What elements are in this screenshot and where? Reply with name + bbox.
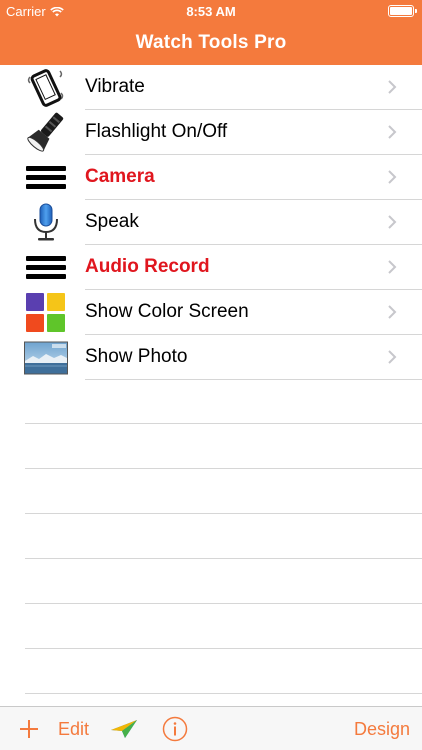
empty-row-separator [25, 513, 422, 514]
vibrate-phone-icon [24, 67, 68, 108]
chevron-right-icon [388, 350, 397, 364]
list-item-audio-record[interactable]: Audio Record [0, 245, 422, 290]
list-item-label: Camera [85, 166, 155, 187]
chevron-right-icon [388, 170, 397, 184]
chevron-right-icon [388, 215, 397, 229]
microphone-icon [24, 202, 68, 243]
color-squares-icon [24, 292, 68, 333]
empty-row-separator [25, 648, 422, 649]
menu-lines-icon [24, 157, 68, 198]
list-item-show-photo[interactable]: Show Photo [0, 335, 422, 380]
send-button[interactable] [110, 707, 138, 750]
list-item-flashlight[interactable]: Flashlight On/Off [0, 110, 422, 155]
navigation-header: Carrier 8:53 AM Watch Tools Pro [0, 0, 422, 65]
flashlight-icon [24, 112, 68, 153]
landscape-photo-icon [24, 337, 68, 378]
list-item-label: Speak [85, 211, 139, 232]
battery-icon [388, 5, 417, 17]
info-button[interactable] [162, 707, 188, 750]
list-item-label: Audio Record [85, 256, 210, 277]
info-icon [162, 716, 188, 742]
list-item-vibrate[interactable]: Vibrate [0, 65, 422, 110]
empty-row-separator [25, 423, 422, 424]
menu-lines-icon [24, 247, 68, 288]
tools-list: Vibrate Flashlight On/Off Camera Speak A… [0, 65, 422, 380]
list-item-show-color-screen[interactable]: Show Color Screen [0, 290, 422, 335]
design-button[interactable]: Design [354, 707, 410, 750]
row-separator [85, 379, 422, 380]
chevron-right-icon [388, 80, 397, 94]
plus-icon [20, 720, 38, 738]
chevron-right-icon [388, 305, 397, 319]
empty-row-separator [25, 558, 422, 559]
list-item-label: Show Color Screen [85, 301, 249, 322]
edit-button[interactable]: Edit [58, 707, 89, 750]
list-item-label: Show Photo [85, 346, 188, 367]
list-item-label: Flashlight On/Off [85, 121, 228, 142]
chevron-right-icon [388, 260, 397, 274]
status-bar: Carrier 8:53 AM [0, 0, 422, 22]
page-title: Watch Tools Pro [135, 32, 287, 53]
add-button[interactable] [18, 707, 42, 750]
list-item-speak[interactable]: Speak [0, 200, 422, 245]
list-item-camera[interactable]: Camera [0, 155, 422, 200]
bottom-toolbar: Edit Design [0, 706, 422, 750]
status-time: 8:53 AM [186, 4, 236, 19]
list-item-label: Vibrate [85, 76, 145, 97]
empty-row-separator [25, 468, 422, 469]
empty-row-separator [25, 603, 422, 604]
paper-plane-icon [111, 720, 137, 738]
chevron-right-icon [388, 125, 397, 139]
empty-row-separator [25, 693, 422, 694]
